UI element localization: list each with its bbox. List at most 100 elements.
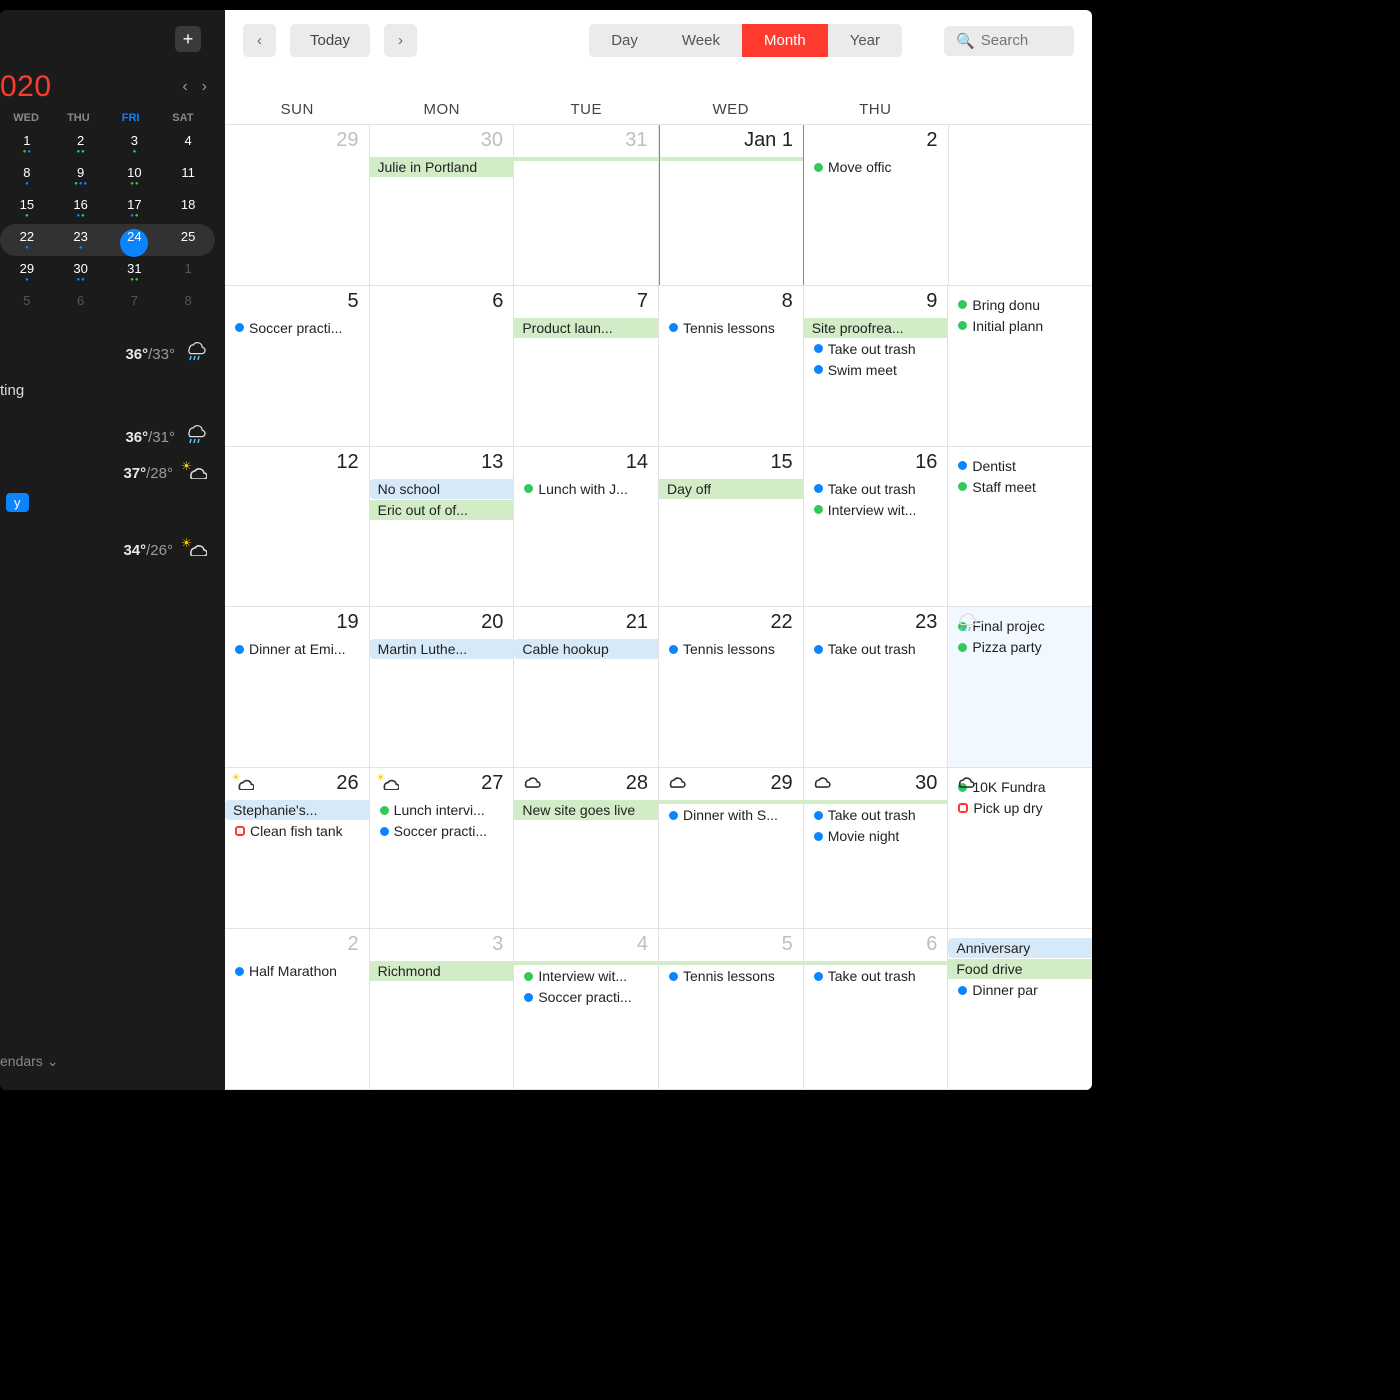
event-bar[interactable] [804,800,949,804]
mini-day-cell[interactable]: 31●● [108,261,162,283]
mini-calendar[interactable]: 1●●2●●3●48●9●●●10●●1115●16●●17●●1822●23●… [0,128,215,320]
day-cell[interactable]: 3Richmond [370,929,515,1089]
day-cell[interactable]: 15Day off [659,447,804,607]
event-bar[interactable]: Site proofrea... [804,318,949,338]
event-bar[interactable]: Stephanie's... [225,800,370,820]
event-item[interactable]: Take out trash [808,639,944,659]
event-item[interactable]: Interview wit... [808,500,944,520]
day-cell[interactable] [949,125,1093,285]
event-item[interactable]: Tennis lessons [663,318,799,338]
task-checkbox[interactable] [235,826,245,836]
event-bar[interactable] [514,157,659,161]
mini-day-cell[interactable]: 9●●● [54,165,108,187]
mini-day-cell[interactable]: 17●● [108,197,162,219]
event-item[interactable]: Swim meet [808,360,944,380]
mini-prev-month[interactable]: ‹ [182,78,187,96]
event-item[interactable]: Dinner at Emi... [229,639,365,659]
event-bar[interactable]: Martin Luthe... [370,639,515,659]
day-cell[interactable]: 5Tennis lessons [659,929,804,1089]
day-cell[interactable]: 30Julie in Portland [370,125,515,285]
event-item[interactable]: Soccer practi... [518,987,654,1007]
event-item[interactable]: Lunch intervi... [374,800,510,820]
event-bar[interactable] [804,961,949,965]
event-item[interactable]: Move offic [808,157,944,177]
day-cell[interactable]: 13No schoolEric out of of... [370,447,515,607]
day-cell[interactable]: 29 [225,125,370,285]
prev-button[interactable]: ‹ [243,24,276,57]
event-item[interactable]: Tennis lessons [663,966,799,986]
add-button[interactable]: + [175,26,201,52]
day-cell[interactable]: 2Move offic [804,125,949,285]
day-cell[interactable]: 5Soccer practi... [225,286,370,446]
event-item[interactable]: Take out trash [808,966,944,986]
mini-day-cell[interactable]: 1●● [0,133,54,155]
event-item[interactable]: Soccer practi... [374,821,510,841]
event-item[interactable]: Soccer practi... [229,318,365,338]
mini-day-cell[interactable]: 7 [108,293,162,315]
day-cell[interactable]: 22Tennis lessons [659,607,804,767]
event-item[interactable]: Staff meet [952,477,1088,497]
day-cell[interactable]: 14Lunch with J... [514,447,659,607]
event-item[interactable]: Initial plann [952,316,1088,336]
event-item[interactable]: Lunch with J... [518,479,654,499]
day-cell[interactable]: 7Product laun... [514,286,659,446]
view-year[interactable]: Year [828,24,902,57]
event-item[interactable]: Dentist [952,456,1088,476]
event-item[interactable]: Pizza party [952,637,1088,657]
mini-day-cell[interactable]: 10●● [108,165,162,187]
day-cell[interactable]: AnniversaryFood driveDinner par [948,929,1092,1089]
mini-day-cell[interactable]: 18 [161,197,215,219]
day-cell[interactable]: 10K FundraPick up dry [948,768,1092,928]
today-button[interactable]: Today [290,24,370,57]
day-cell[interactable]: 29Dinner with S... [659,768,804,928]
day-cell[interactable]: ☀27Lunch intervi...Soccer practi... [370,768,515,928]
mini-day-cell[interactable]: 25 [161,229,215,251]
mini-day-cell[interactable]: 5 [0,293,54,315]
mini-day-cell[interactable]: 8● [0,165,54,187]
view-week[interactable]: Week [660,24,742,57]
day-cell[interactable]: 31 [514,125,659,285]
mini-day-cell[interactable]: 2●● [54,133,108,155]
event-item[interactable]: Dinner par [952,980,1088,1000]
day-cell[interactable]: 6Take out trash [804,929,949,1089]
event-task[interactable]: Clean fish tank [229,821,365,841]
event-item[interactable]: Take out trash [808,805,944,825]
event-item[interactable]: Movie night [808,826,944,846]
mini-day-cell[interactable]: 11 [161,165,215,187]
day-cell[interactable]: 21Cable hookup [514,607,659,767]
search-input[interactable] [981,32,1071,49]
day-cell[interactable]: 23Take out trash [804,607,949,767]
view-day[interactable]: Day [589,24,660,57]
event-bar[interactable]: New site goes live [514,800,659,820]
mini-day-cell[interactable]: 6 [54,293,108,315]
event-item[interactable]: Half Marathon [229,961,365,981]
day-cell[interactable]: DentistStaff meet [948,447,1092,607]
day-cell[interactable]: Bring donuInitial plann [948,286,1092,446]
day-cell[interactable]: 2Half Marathon [225,929,370,1089]
event-item[interactable]: Take out trash [808,479,944,499]
event-item[interactable]: Bring donu [952,295,1088,315]
event-item[interactable]: Interview wit... [518,966,654,986]
event-item[interactable]: Tennis lessons [663,639,799,659]
event-bar[interactable]: No school [370,479,515,499]
event-bar[interactable] [660,157,805,161]
event-bar[interactable] [514,961,659,965]
day-cell[interactable]: 28New site goes live [514,768,659,928]
sidebar-pill[interactable]: y [6,493,29,512]
mini-day-cell[interactable]: 8 [161,293,215,315]
day-cell[interactable]: Jan 1 [659,125,805,285]
day-cell[interactable]: Final projecPizza party [948,607,1092,767]
event-item[interactable]: Take out trash [808,339,944,359]
event-bar[interactable]: Anniversary [948,938,1092,958]
day-cell[interactable]: 20Martin Luthe... [370,607,515,767]
mini-day-cell[interactable]: 24●● [108,229,162,251]
search-field[interactable]: 🔍 [944,26,1074,56]
day-cell[interactable]: 12 [225,447,370,607]
mini-day-cell[interactable]: 23● [54,229,108,251]
event-task[interactable]: Pick up dry [952,798,1088,818]
next-button[interactable]: › [384,24,417,57]
day-cell[interactable]: ☀26Stephanie's...Clean fish tank [225,768,370,928]
event-bar[interactable]: Eric out of of... [370,500,515,520]
mini-day-cell[interactable]: 3● [108,133,162,155]
day-cell[interactable]: 30Take out trashMovie night [804,768,949,928]
